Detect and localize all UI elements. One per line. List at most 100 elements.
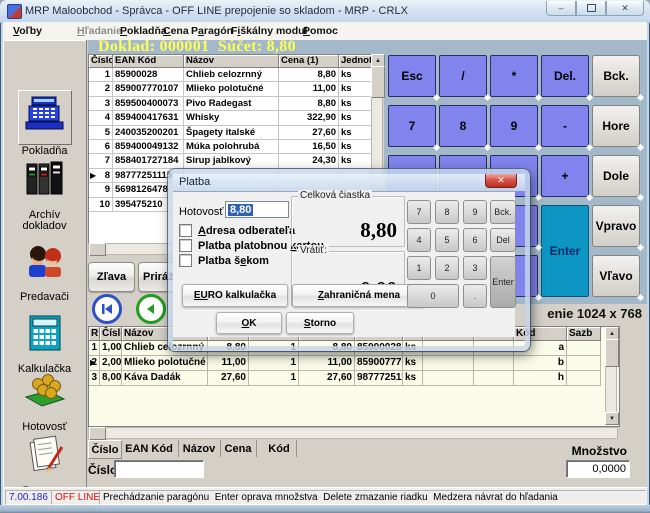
table-row[interactable]: 7858401727184Sirup jablkový24,30ks [89,154,372,168]
cell-zlava [474,371,514,386]
tab-kod[interactable]: Kód [262,440,297,457]
hscroll-thumb[interactable] [89,427,106,440]
keypad-key-slash[interactable]: / [439,55,487,97]
table-row[interactable]: ▶22,00Mlieko polotučné11,00111,008590077… [89,356,619,371]
sidebar-item-kalkulacka[interactable]: Kalkulačka [5,310,84,375]
checkbox-box[interactable] [179,239,192,252]
maximize-button[interactable] [576,1,606,16]
close-button[interactable]: ✕ [606,1,644,16]
vscroll-thumb[interactable] [605,339,619,367]
storno-button[interactable]: Storno [286,312,354,334]
column-header-sazb[interactable]: Sazb [567,327,601,341]
dialog-key-2[interactable]: 2 [435,256,459,280]
column-header-ean-kod[interactable]: EAN Kód [113,55,184,68]
cell-cena: 16,50 [279,140,339,154]
dialog-key-6[interactable]: 6 [463,228,487,252]
sidebar-item-pokladna[interactable]: Pokladňa [5,90,84,157]
column-header-cislo[interactable]: Číslo [100,327,122,341]
keypad-key-9[interactable]: 9 [490,105,538,147]
cislo-input[interactable] [114,460,204,478]
minimize-button[interactable]: – [546,1,576,16]
column-header-nazov[interactable]: Názov [184,55,279,68]
dialog-key-4[interactable]: 4 [407,228,431,252]
cell-mn: 1 [249,371,299,386]
keypad-key-minus[interactable]: - [541,105,589,147]
ok-button[interactable]: OK [216,312,282,334]
receipt-grid-hscrollbar[interactable] [88,427,618,439]
sidebar-item-hotovost[interactable]: Hotovosť [5,368,84,433]
dialog-key-3[interactable]: 3 [463,256,487,280]
tab-ean-kod[interactable]: EAN Kód [120,440,179,457]
cell-cislo: 7 [89,154,113,168]
vscroll-thumb[interactable] [371,66,385,98]
hscroll-thumb[interactable] [89,243,106,256]
dialog-key-bckdot[interactable]: Bck. [490,200,516,224]
zahranicna-mena-button[interactable]: Zahraničná mena [292,284,426,307]
keypad-key-deldot[interactable]: Del. [541,55,589,97]
keypad-key-8[interactable]: 8 [439,105,487,147]
column-header-cislo[interactable]: Číslo [89,55,113,68]
table-row[interactable]: 3859500400073Pivo Radegast8,80ks [89,97,372,111]
table-row[interactable]: 38,00Káva Dadák27,60127,60987772511ksh [89,371,619,386]
checkbox-box[interactable] [179,254,192,267]
keypad-key-vpravo[interactable]: Vpravo [592,205,640,247]
cell-c9 [423,356,474,371]
keypad-key-vlavo[interactable]: Vľavo [592,255,640,297]
menu-item-fiskalny-modul[interactable]: Fiškálny modul [229,24,309,38]
cell-zlava [474,356,514,371]
checkbox-adresa-odberatela[interactable]: Adresa odberateľa [179,224,295,237]
discount-button[interactable]: Zľava [88,262,135,292]
sidebar-item-predavaci[interactable]: Predavači [5,238,84,303]
menu-item-pomoc[interactable]: Pomoc [301,24,340,38]
dialog-key-8[interactable]: 8 [435,200,459,224]
keypad-key-hore[interactable]: Hore [592,105,640,147]
payment-dialog-titlebar[interactable]: Platba [173,174,525,191]
title-bar[interactable]: MRP Maloobchod - Správca - OFF LINE prep… [0,0,650,23]
column-header-cena-1[interactable]: Cena (1) [279,55,339,68]
column-header-jednot[interactable]: Jednot [339,55,372,68]
dialog-key-0[interactable]: 0 [407,284,459,308]
receipt-grid-vscrollbar[interactable]: ▲ ▼ [605,327,617,424]
cislo-field-label: Číslo [88,463,117,477]
dialog-close-button[interactable]: ✕ [485,174,517,188]
cell-nazov: Sirup jablkový [184,154,279,168]
cell-cislo: 6 [89,140,113,154]
cash-input[interactable]: 8,80 [225,201,289,218]
scroll-down-icon[interactable]: ▼ [605,412,619,425]
menu-item-volby[interactable]: Voľby [11,24,44,38]
dialog-key-7[interactable]: 7 [407,200,431,224]
dialog-key-1[interactable]: 1 [407,256,431,280]
tab-cena[interactable]: Cena [220,440,257,457]
keypad-key-7[interactable]: 7 [388,105,436,147]
quantity-input[interactable] [566,460,630,478]
column-header-r[interactable]: R [89,327,100,341]
keypad-key-plus[interactable]: + [541,155,589,197]
table-row[interactable]: 185900028Chlieb celozrnný8,80ks [89,68,372,82]
euro-kalkulacka-button[interactable]: EURO kalkulačka [182,284,288,307]
keypad-key-bckdot[interactable]: Bck. [592,55,640,97]
dialog-key-5[interactable]: 5 [435,228,459,252]
dialog-key-enter[interactable]: Enter [490,256,516,308]
checkbox-box[interactable] [179,224,192,237]
keypad-key-enter[interactable]: Enter [541,205,589,297]
cell-cislo: 1,00 [100,341,122,356]
dialog-key-dot[interactable]: . [463,284,487,308]
first-record-icon[interactable] [92,294,122,324]
tab-cislo[interactable]: Číslo [88,440,122,459]
menu-item-hladanie[interactable]: Hľadanie [75,24,124,38]
keypad-key-asterisk[interactable]: * [490,55,538,97]
table-row[interactable]: 5240035200201Špagety italské27,60ks [89,126,372,140]
dialog-key-9[interactable]: 9 [463,200,487,224]
keypad-key-dole[interactable]: Dole [592,155,640,197]
table-row[interactable]: 4859400417631Whisky322,90ks [89,111,372,125]
table-row[interactable]: 2859007770107Mlieko polotučné11,00ks [89,82,372,96]
prev-record-icon[interactable] [136,294,166,324]
checkbox-platba-sekom[interactable]: Platba šekom [179,254,269,267]
table-row[interactable]: 6859400049132Múka polohrubá16,50ks [89,140,372,154]
sidebar-item-archiv-dokladov[interactable]: Archív dokladov [5,156,84,232]
sidebar: PokladňaArchív dokladovPredavači Kalkulač… [3,40,87,487]
keypad-key-esc[interactable]: Esc [388,55,436,97]
menu-item-cena[interactable]: Cena [161,24,191,38]
dialog-key-del[interactable]: Del [490,228,516,252]
tab-nazov[interactable]: Názov [178,440,221,457]
